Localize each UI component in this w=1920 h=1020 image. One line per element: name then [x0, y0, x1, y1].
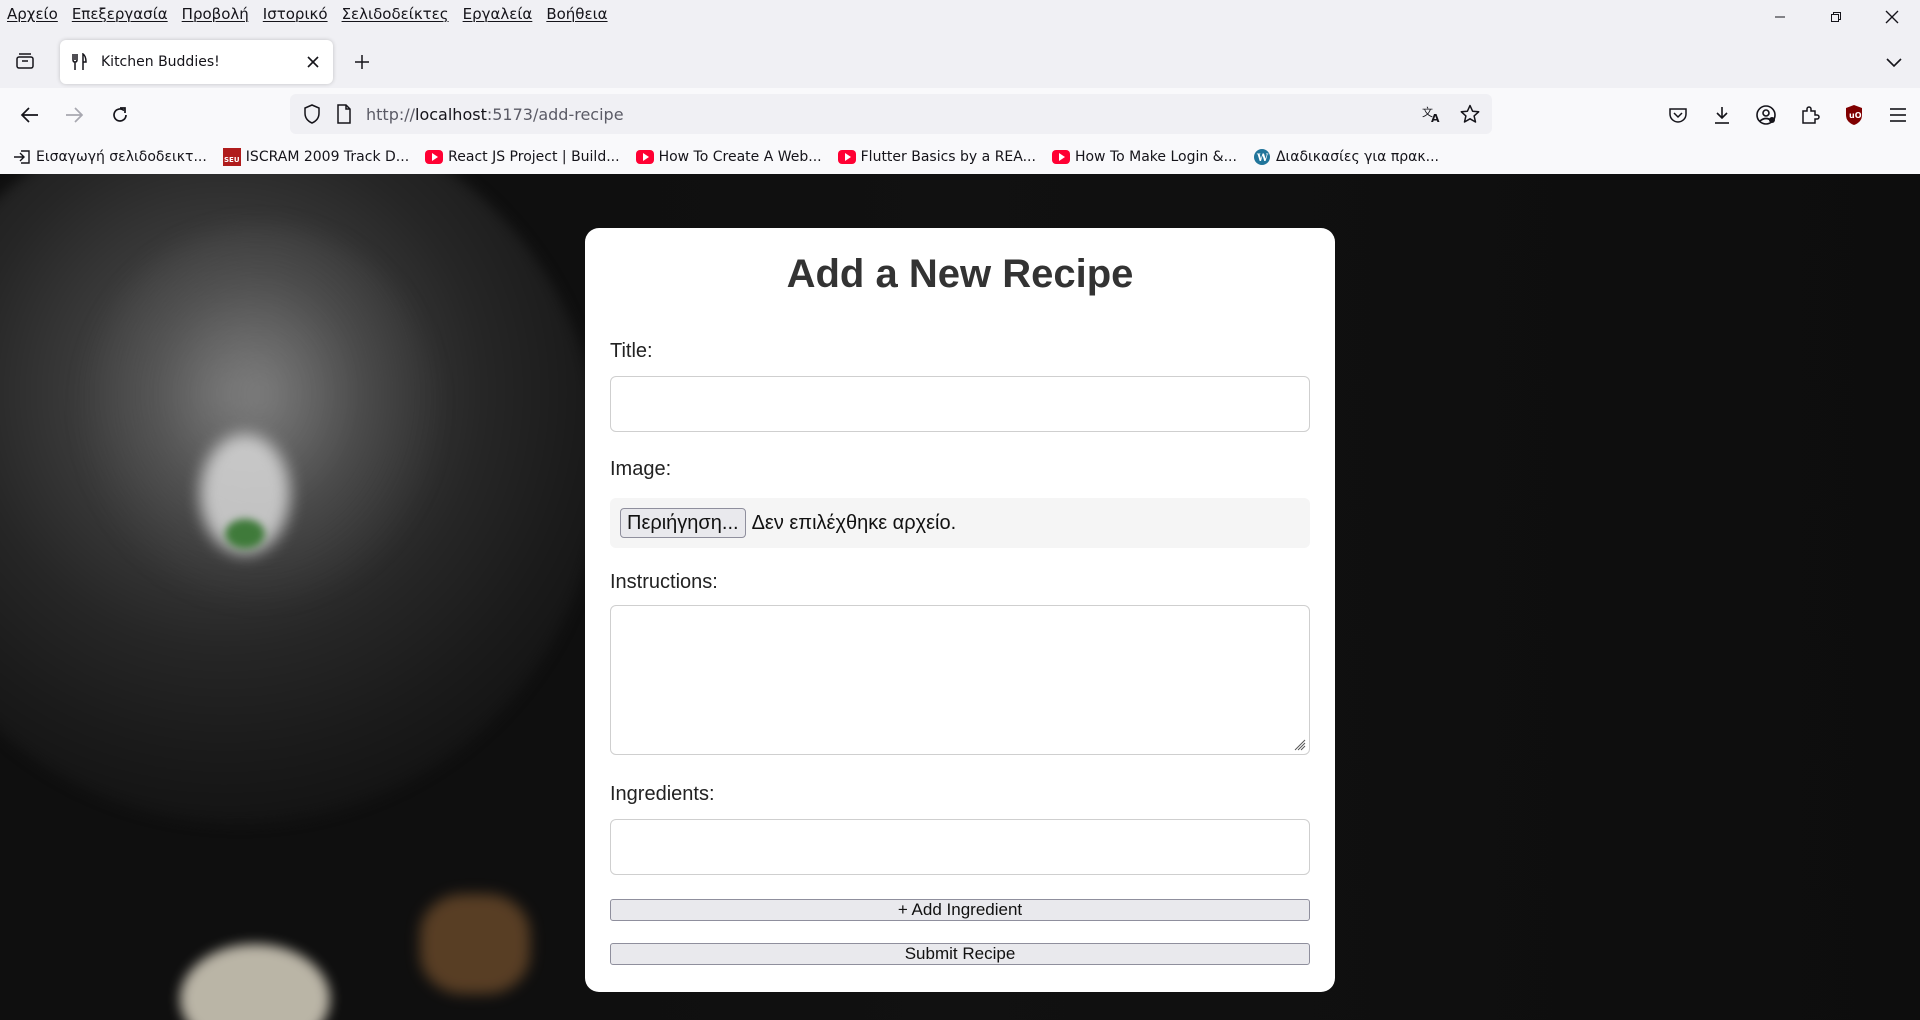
menu-file[interactable]: Αρχείο	[0, 5, 65, 23]
translate-icon[interactable]: 文A	[1420, 102, 1444, 126]
page-title: Add a New Recipe	[786, 252, 1134, 296]
url-prefix: http://	[366, 104, 416, 124]
menu-edit[interactable]: Επεξεργασία	[65, 5, 175, 23]
bookmark-item[interactable]: How To Create A Web...	[635, 148, 822, 166]
ingredients-label: Ingredients:	[610, 783, 715, 805]
bookmark-item[interactable]: W Διαδικασίες για πρακ...	[1253, 148, 1439, 166]
star-icon[interactable]	[1458, 102, 1482, 126]
extensions-icon[interactable]	[1788, 101, 1832, 129]
instructions-label: Instructions:	[610, 571, 718, 593]
bookmarks-toolbar: Εισαγωγή σελιδοδεικτ... SEU ISCRAM 2009 …	[0, 140, 1920, 174]
plus-icon[interactable]	[350, 50, 374, 74]
account-icon[interactable]	[1744, 101, 1788, 129]
menu-view[interactable]: Προβολή	[175, 5, 256, 23]
back-arrow-icon[interactable]	[16, 101, 44, 129]
title-label: Title:	[610, 340, 653, 362]
bookmark-label: How To Create A Web...	[658, 149, 822, 165]
svg-text:uO: uO	[1849, 111, 1862, 120]
bookmark-label: Flutter Basics by a REA...	[860, 149, 1036, 165]
title-input[interactable]	[610, 376, 1310, 432]
bookmark-item[interactable]: React JS Project | Build...	[425, 148, 620, 166]
svg-text:SEU: SEU	[224, 156, 240, 164]
youtube-icon	[837, 148, 856, 166]
bookmark-label: Εισαγωγή σελιδοδεικτ...	[36, 149, 207, 165]
image-file-input[interactable]: Περιήγηση... Δεν επιλέχθηκε αρχείο.	[610, 498, 1310, 548]
tab-title: Kitchen Buddies!	[101, 54, 220, 70]
chevron-down-icon[interactable]	[1882, 50, 1906, 74]
bookmark-label: React JS Project | Build...	[448, 149, 620, 165]
menu-history[interactable]: Ιστορικό	[256, 5, 335, 23]
submit-recipe-button[interactable]: Submit Recipe	[610, 943, 1310, 965]
close-icon[interactable]	[301, 50, 325, 74]
bookmark-item[interactable]: How To Make Login &...	[1051, 148, 1237, 166]
seu-icon: SEU	[222, 148, 241, 166]
forward-arrow-icon[interactable]	[60, 101, 88, 129]
bookmark-label: How To Make Login &...	[1074, 149, 1237, 165]
pocket-icon[interactable]	[1656, 101, 1700, 129]
menu-tools[interactable]: Εργαλεία	[456, 5, 540, 23]
tab-bar: Kitchen Buddies!	[0, 28, 1920, 88]
page-icon[interactable]	[334, 102, 354, 126]
browse-button[interactable]: Περιήγηση...	[620, 508, 746, 538]
file-status-text: Δεν επιλέχθηκε αρχείο.	[751, 511, 957, 534]
svg-text:A: A	[1431, 112, 1440, 124]
toolbar-right: uO	[1656, 101, 1920, 129]
youtube-icon	[425, 148, 444, 166]
bookmark-item[interactable]: Flutter Basics by a REA...	[837, 148, 1036, 166]
menu-icon[interactable]	[1876, 101, 1920, 129]
fork-knife-icon	[70, 53, 88, 71]
url-path: :5173/add-recipe	[486, 104, 624, 124]
navigation-bar: http://localhost:5173/add-recipe 文A uO	[0, 88, 1920, 140]
add-recipe-form: Add a New Recipe Title: Image: Περιήγηση…	[585, 228, 1335, 992]
page-viewport: Add a New Recipe Title: Image: Περιήγηση…	[0, 174, 1920, 1020]
tab-kitchen-buddies[interactable]: Kitchen Buddies!	[60, 40, 333, 84]
svg-text:W: W	[1256, 153, 1269, 164]
bookmark-item[interactable]: Εισαγωγή σελιδοδεικτ...	[13, 148, 207, 166]
add-ingredient-button[interactable]: + Add Ingredient	[610, 899, 1310, 921]
instructions-textarea[interactable]	[610, 605, 1310, 755]
menu-bookmarks[interactable]: Σελιδοδείκτες	[335, 5, 456, 23]
wordpress-icon: W	[1253, 148, 1271, 166]
image-label: Image:	[610, 458, 672, 480]
menu-help[interactable]: Βοήθεια	[539, 5, 614, 23]
ublock-icon[interactable]: uO	[1832, 101, 1876, 129]
reload-icon[interactable]	[106, 101, 134, 129]
url-actions: 文A	[1420, 102, 1482, 126]
import-icon	[13, 148, 31, 166]
bookmark-item[interactable]: SEU ISCRAM 2009 Track D...	[222, 148, 410, 166]
url-host: localhost	[415, 104, 487, 124]
bookmark-label: ISCRAM 2009 Track D...	[245, 149, 410, 165]
youtube-icon	[635, 148, 654, 166]
url-bar[interactable]: http://localhost:5173/add-recipe 文A	[290, 94, 1492, 134]
resize-handle-icon[interactable]	[1292, 737, 1306, 751]
youtube-icon	[1051, 148, 1070, 166]
bookmark-label: Διαδικασίες για πρακ...	[1275, 149, 1439, 165]
url-text[interactable]: http://localhost:5173/add-recipe	[366, 105, 1420, 124]
menu-bar: Αρχείο Επεξεργασία Προβολή Ιστορικό Σελι…	[0, 0, 1920, 28]
tab-list-icon[interactable]	[12, 50, 38, 72]
shield-icon[interactable]	[300, 102, 324, 126]
ingredient-input[interactable]	[610, 819, 1310, 875]
download-icon[interactable]	[1700, 101, 1744, 129]
